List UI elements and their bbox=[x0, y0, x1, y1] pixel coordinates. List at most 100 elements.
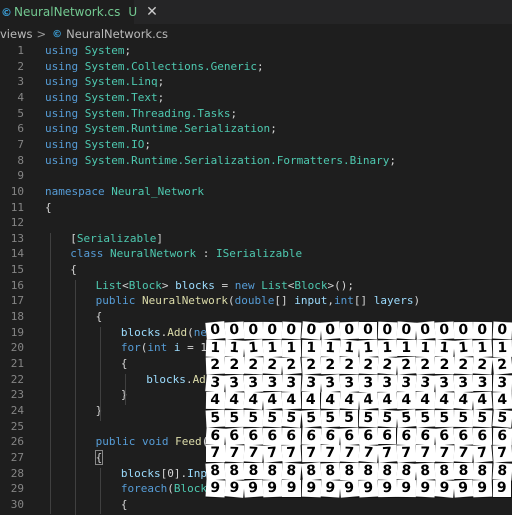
digit-cell: 4 bbox=[205, 392, 225, 410]
code-line[interactable]: 14 class NeuralNetwork : ISerializable bbox=[0, 246, 512, 262]
line-number: 3 bbox=[17, 75, 24, 89]
code-token: System.IO bbox=[84, 137, 145, 151]
code-line[interactable]: 9 bbox=[0, 168, 512, 184]
digit-cell: 3 bbox=[224, 374, 245, 392]
code-line[interactable]: 10 namespace Neural_Network bbox=[0, 184, 512, 200]
code-token: ISerializable bbox=[216, 247, 303, 261]
digit-cell: 0 bbox=[434, 321, 455, 339]
code-line[interactable]: 17 public NeuralNetwork(double[] input,in… bbox=[0, 293, 512, 309]
code-token: ; bbox=[144, 137, 151, 151]
code-token: } bbox=[95, 403, 103, 417]
breadcrumb-file[interactable]: NeuralNetwork.cs bbox=[66, 27, 168, 41]
code-line[interactable]: 15 { bbox=[0, 262, 512, 278]
line-number: 7 bbox=[17, 137, 24, 151]
code-line[interactable]: 13 [Serializable] bbox=[0, 231, 512, 247]
code-token: . bbox=[185, 372, 193, 386]
code-line[interactable]: 8 using System.Runtime.Serialization.Form… bbox=[0, 153, 512, 169]
code-token: ( bbox=[187, 325, 194, 339]
digit-cell: 2 bbox=[491, 356, 512, 375]
digit-cell: 7 bbox=[339, 444, 359, 463]
code-line[interactable]: 7 using System.IO; bbox=[0, 137, 512, 153]
code-token: i bbox=[173, 341, 181, 355]
digit-cell: 1 bbox=[397, 339, 416, 357]
tab-neuralnetwork-cs[interactable]: © NeuralNetwork.cs U ✕ bbox=[0, 0, 158, 24]
digit-cell: 6 bbox=[205, 426, 226, 445]
line-number: 8 bbox=[17, 153, 24, 167]
code-line[interactable]: 6 using System.Runtime.Serialization; bbox=[0, 121, 512, 137]
digit-cell: 9 bbox=[224, 479, 245, 498]
digit-cell: 0 bbox=[377, 321, 397, 339]
code-line[interactable]: 1 using System; bbox=[0, 43, 512, 59]
digit-cell: 3 bbox=[396, 374, 416, 392]
code-line[interactable]: 4 using System.Text; bbox=[0, 90, 512, 106]
code-token: System.Runtime.Serialization.Formatters.… bbox=[84, 153, 390, 167]
breadcrumb-folder[interactable]: views bbox=[0, 27, 32, 41]
digit-cell: 2 bbox=[281, 356, 302, 375]
line-number: 11 bbox=[10, 200, 24, 214]
code-text: [Serializable] bbox=[70, 231, 163, 247]
digit-cell: 3 bbox=[492, 374, 512, 392]
code-token: Add bbox=[167, 325, 188, 339]
digit-cell: 1 bbox=[320, 339, 340, 357]
digit-cell: 4 bbox=[453, 391, 474, 410]
csharp-file-icon: © bbox=[1, 5, 12, 19]
tab-filename: NeuralNetwork.cs bbox=[14, 5, 121, 19]
digit-cell: 8 bbox=[454, 462, 473, 480]
digit-cell: 0 bbox=[263, 321, 282, 339]
digit-cell: 2 bbox=[377, 356, 398, 375]
digit-cell: 8 bbox=[224, 462, 244, 480]
digit-cell: 5 bbox=[262, 409, 283, 427]
code-line[interactable]: 5 using System.Threading.Tasks; bbox=[0, 106, 512, 122]
digit-cell: 3 bbox=[300, 374, 321, 392]
digit-cell: 7 bbox=[472, 444, 493, 463]
code-token: int bbox=[147, 341, 174, 355]
code-token: [] bbox=[274, 294, 295, 308]
digit-cell: 7 bbox=[224, 444, 244, 463]
indent-guide bbox=[100, 467, 101, 515]
digit-cell: 1 bbox=[262, 339, 283, 357]
code-token: using bbox=[45, 122, 85, 136]
digit-cell: 7 bbox=[358, 444, 378, 463]
code-token: : bbox=[196, 247, 217, 261]
digit-cell: 2 bbox=[339, 357, 359, 374]
digit-cell: 6 bbox=[396, 427, 416, 445]
code-token: ; bbox=[157, 90, 165, 104]
digit-cell: 2 bbox=[243, 356, 263, 375]
code-token: ( bbox=[228, 294, 235, 308]
code-token: using bbox=[45, 90, 85, 104]
digit-cell: 9 bbox=[415, 479, 436, 498]
code-line[interactable]: 11 { bbox=[0, 200, 512, 216]
code-line[interactable]: 12 bbox=[0, 215, 512, 231]
line-number: 26 bbox=[10, 435, 24, 449]
digit-cell: 5 bbox=[472, 409, 493, 427]
digit-cell: 1 bbox=[301, 339, 321, 357]
code-token: Serializable bbox=[76, 231, 157, 245]
indent-guide bbox=[125, 373, 126, 405]
digit-cell: 0 bbox=[473, 321, 493, 339]
code-token: { bbox=[70, 263, 77, 277]
digit-cell: 2 bbox=[301, 356, 321, 375]
digit-cell: 3 bbox=[358, 374, 378, 392]
code-line[interactable]: 3 using System.Linq; bbox=[0, 74, 512, 90]
code-line[interactable]: 30 { bbox=[0, 497, 512, 513]
line-number: 17 bbox=[10, 294, 24, 308]
code-line[interactable]: 16 List<Block> blocks = new List<Block>()… bbox=[0, 278, 512, 294]
digit-cell: 4 bbox=[377, 391, 397, 410]
code-line[interactable]: 2 using System.Collections.Generic; bbox=[0, 59, 512, 75]
digit-cell: 7 bbox=[301, 445, 321, 462]
digit-cell: 0 bbox=[358, 322, 378, 339]
digit-cell: 5 bbox=[491, 409, 512, 428]
digit-cell: 8 bbox=[300, 462, 321, 481]
code-token: System.Collections.Generic bbox=[84, 59, 257, 73]
git-status-badge: U bbox=[128, 5, 138, 19]
digit-cell: 0 bbox=[281, 321, 302, 339]
digit-cell: 4 bbox=[243, 391, 264, 410]
code-token: ( bbox=[167, 482, 174, 496]
close-icon[interactable]: ✕ bbox=[146, 4, 158, 20]
digit-cell: 6 bbox=[301, 427, 321, 445]
code-text: { bbox=[121, 497, 128, 513]
code-token: System.Threading.Tasks bbox=[84, 106, 231, 120]
digit-cell: 0 bbox=[396, 321, 417, 340]
line-number: 18 bbox=[10, 310, 24, 324]
digit-cell: 8 bbox=[358, 462, 378, 480]
